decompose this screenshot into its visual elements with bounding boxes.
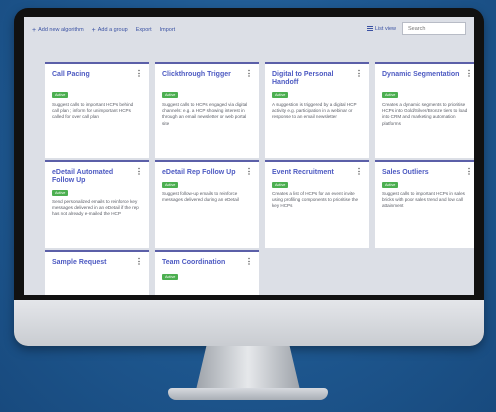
algorithm-card[interactable]: Team Coordination ⋮ Active: [155, 250, 259, 295]
card-title: Digital to Personal Handoff: [272, 71, 334, 86]
status-badge: Active: [52, 190, 69, 196]
card-title: Clickthrough Trigger: [162, 71, 231, 78]
algorithm-card[interactable]: Event Recruitment ⋮ Active Creates a lis…: [265, 160, 369, 248]
monitor-stand: [196, 346, 300, 390]
algorithm-card[interactable]: Clickthrough Trigger ⋮ Active Suggest ca…: [155, 62, 259, 158]
algorithm-card[interactable]: Digital to Personal Handoff ⋮ Active A s…: [265, 62, 369, 158]
more-options-icon[interactable]: ⋮: [135, 258, 143, 266]
export-button[interactable]: Export: [136, 27, 152, 33]
status-badge: Active: [272, 182, 289, 188]
list-icon: [366, 26, 373, 31]
algorithm-card[interactable]: eDetail Rep Follow Up ⋮ Active Suggest f…: [155, 160, 259, 248]
card-title: Call Pacing: [52, 71, 90, 78]
more-options-icon[interactable]: ⋮: [245, 258, 253, 266]
toolbar: + Add new algorithm + Add a group Export…: [24, 17, 474, 43]
plus-icon: +: [32, 26, 37, 34]
status-badge: Active: [162, 92, 179, 98]
more-options-icon[interactable]: ⋮: [135, 168, 143, 176]
status-badge: Active: [162, 274, 179, 280]
card-title: Sales Outliers: [382, 169, 429, 176]
add-group-button[interactable]: + Add a group: [92, 27, 128, 34]
list-view-toggle[interactable]: List view: [366, 26, 396, 32]
more-options-icon[interactable]: ⋮: [355, 168, 363, 176]
card-title: eDetail Automated Follow Up: [52, 169, 114, 184]
more-options-icon[interactable]: ⋮: [465, 70, 473, 78]
more-options-icon[interactable]: ⋮: [465, 168, 473, 176]
monitor-base: [168, 388, 328, 400]
card-description: Creates a dynamic segments to prioritise…: [382, 102, 468, 126]
import-button[interactable]: Import: [160, 27, 176, 33]
app-screen: + Add new algorithm + Add a group Export…: [24, 17, 474, 295]
status-badge: Active: [162, 182, 179, 188]
status-badge: Active: [382, 182, 399, 188]
card-description: Suggest calls to important HCPs behind c…: [52, 102, 134, 120]
algorithm-card[interactable]: Sample Request ⋮: [45, 250, 149, 295]
status-badge: Active: [382, 92, 399, 98]
card-description: Send personalized emails to reinforce ke…: [52, 199, 139, 217]
algorithm-card[interactable]: Dynamic Segmentation ⋮ Active Creates a …: [375, 62, 474, 158]
status-badge: Active: [52, 92, 69, 98]
card-title: eDetail Rep Follow Up: [162, 169, 236, 176]
card-title: Team Coordination: [162, 259, 226, 266]
status-badge: Active: [272, 92, 289, 98]
monitor-chin: [14, 300, 484, 346]
add-algorithm-button[interactable]: + Add new algorithm: [32, 27, 84, 34]
more-options-icon[interactable]: ⋮: [245, 168, 253, 176]
card-title: Dynamic Segmentation: [382, 71, 460, 78]
card-description: A suggestion is triggered by a digital H…: [272, 102, 357, 120]
more-options-icon[interactable]: ⋮: [355, 70, 363, 78]
card-title: Event Recruitment: [272, 169, 334, 176]
more-options-icon[interactable]: ⋮: [245, 70, 253, 78]
monitor-frame: + Add new algorithm + Add a group Export…: [14, 8, 484, 346]
card-description: Creates a list of HCPs for an event invi…: [272, 191, 359, 209]
card-description: Suggest calls to important HCPs in sales…: [382, 191, 465, 209]
algorithm-card[interactable]: Sales Outliers ⋮ Active Suggest calls to…: [375, 160, 474, 248]
more-options-icon[interactable]: ⋮: [135, 70, 143, 78]
card-title: Sample Request: [52, 259, 107, 266]
plus-icon: +: [91, 26, 96, 34]
search-input[interactable]: [402, 22, 466, 35]
algorithm-card[interactable]: eDetail Automated Follow Up ⋮ Active Sen…: [45, 160, 149, 248]
card-description: Suggest calls to HCPs engaged via digita…: [162, 102, 248, 126]
algorithm-card[interactable]: Call Pacing ⋮ Active Suggest calls to im…: [45, 62, 149, 158]
card-description: Suggest follow-up emails to reinforce me…: [162, 191, 239, 203]
